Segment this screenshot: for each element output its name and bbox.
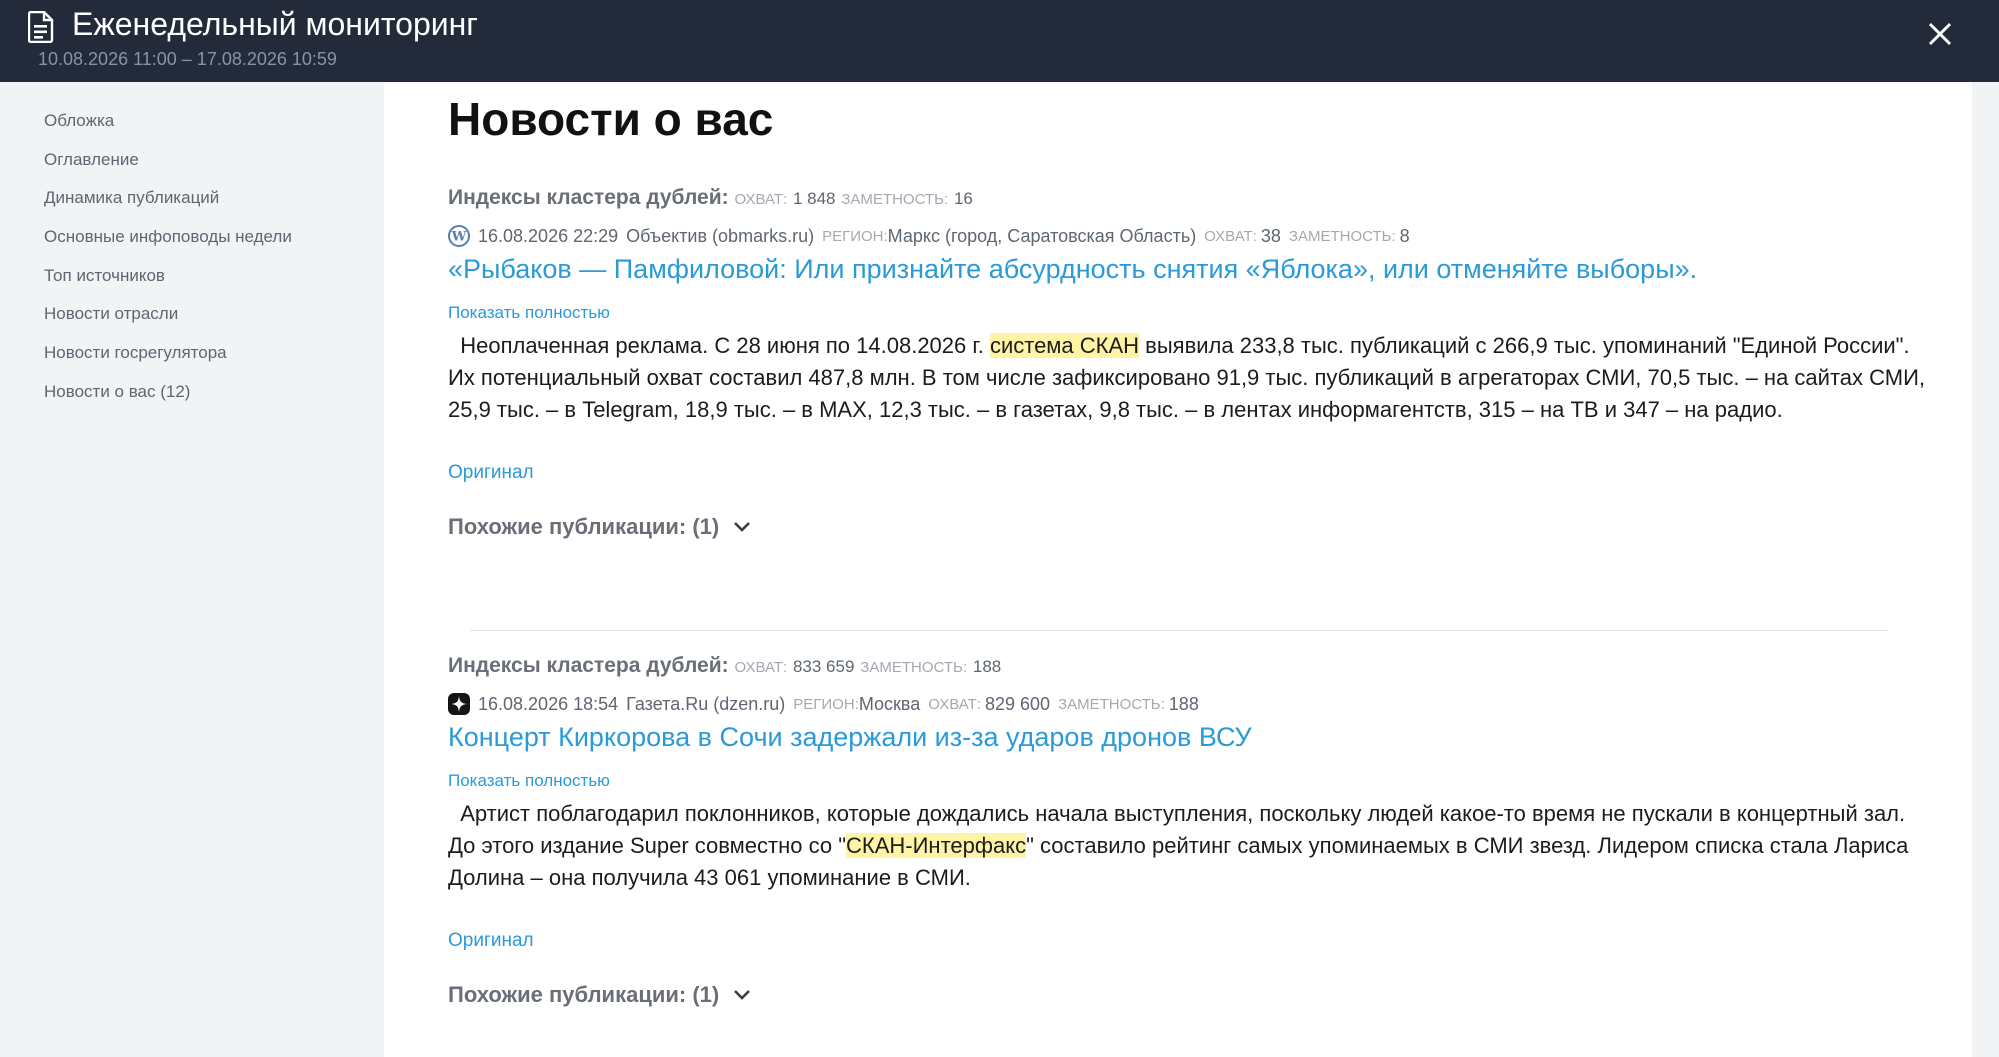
sidebar-item-cover[interactable]: Обложка — [44, 110, 292, 149]
sidebar-item-contents[interactable]: Оглавление — [44, 149, 292, 188]
cluster-reach-value: 833 659 — [792, 657, 855, 676]
original-link[interactable]: Оригинал — [448, 928, 1948, 954]
news-item: Индексы кластера дублей: ОХВАТ: 833 659 … — [448, 654, 1948, 1008]
page-title: Новости о вас — [448, 93, 774, 145]
publication-meta: W 16.08.2026 22:29 Объектив (obmarks.ru)… — [448, 220, 1948, 252]
publication-datetime: 16.08.2026 22:29 — [478, 225, 619, 246]
sidebar-item-industry-news[interactable]: Новости отрасли — [44, 303, 292, 342]
similar-publications-label: Похожие публикации: (1) — [448, 514, 720, 539]
publication-source: Объектив (obmarks.ru) — [626, 225, 815, 246]
close-icon[interactable] — [1922, 16, 1958, 52]
document-icon — [28, 11, 54, 43]
sidebar-item-news-about-you[interactable]: Новости о вас (12) — [44, 381, 292, 420]
item-divider — [470, 630, 1888, 631]
top-bar: Еженедельный мониторинг 10.08.2026 11:00… — [0, 0, 1999, 82]
sidebar-item-main-topics[interactable]: Основные инфоповоды недели — [44, 226, 292, 265]
dzen-icon — [448, 693, 470, 715]
publication-datetime: 16.08.2026 18:54 — [478, 693, 619, 714]
cluster-indices: Индексы кластера дублей: ОХВАТ: 1 848 ЗА… — [448, 186, 1948, 216]
cluster-indices: Индексы кластера дублей: ОХВАТ: 833 659 … — [448, 654, 1948, 684]
sidebar-nav: Обложка Оглавление Динамика публикаций О… — [0, 82, 384, 1057]
reach-key: ОХВАТ: — [1204, 227, 1257, 245]
snippet-text: Неоплаченная реклама. С 28 июня по 14.08… — [448, 330, 1938, 426]
region-value: Маркс (город, Саратовская Область) — [887, 225, 1197, 246]
reach-value: 38 — [1260, 225, 1281, 246]
sidebar-item-top-sources[interactable]: Топ источников — [44, 265, 292, 304]
visibility-value: 8 — [1399, 225, 1410, 246]
region-key: РЕГИОН: — [822, 227, 888, 245]
visibility-key: ЗАМЕТНОСТЬ: — [1288, 227, 1396, 245]
cluster-visibility-key: ЗАМЕТНОСТЬ: — [841, 191, 949, 208]
headline-link[interactable]: «Рыбаков — Памфиловой: Или признайте абс… — [448, 252, 1948, 286]
reach-value: 829 600 — [984, 693, 1051, 714]
similar-publications-label: Похожие публикации: (1) — [448, 982, 720, 1007]
wordpress-icon: W — [448, 225, 470, 247]
keyword-highlight: СКАН-Интерфакс — [846, 833, 1027, 858]
news-item: Индексы кластера дублей: ОХВАТ: 1 848 ЗА… — [448, 186, 1948, 540]
region-key: РЕГИОН: — [793, 695, 859, 713]
cluster-visibility-key: ЗАМЕТНОСТЬ: — [860, 659, 968, 676]
visibility-value: 188 — [1168, 693, 1199, 714]
similar-publications-toggle[interactable]: Похожие публикации: (1) — [448, 982, 1948, 1008]
chevron-down-icon — [734, 522, 751, 532]
cluster-reach-key: ОХВАТ: — [734, 659, 788, 676]
svg-text:W: W — [451, 230, 467, 245]
cluster-label: Индексы кластера дублей: — [448, 186, 729, 209]
show-full-link[interactable]: Показать полностью — [448, 302, 1948, 324]
publication-source: Газета.Ru (dzen.ru) — [626, 693, 786, 714]
chevron-down-icon — [734, 990, 751, 1000]
cluster-visibility-value: 188 — [972, 657, 1002, 676]
report-title: Еженедельный мониторинг — [72, 6, 478, 42]
cluster-reach-value: 1 848 — [792, 189, 836, 208]
sidebar-item-publication-dynamics[interactable]: Динамика публикаций — [44, 187, 292, 226]
sidebar-list: Обложка Оглавление Динамика публикаций О… — [44, 110, 292, 420]
report-period: 10.08.2026 11:00 – 17.08.2026 10:59 — [38, 49, 337, 69]
cluster-reach-key: ОХВАТ: — [734, 191, 788, 208]
region-value: Москва — [858, 693, 921, 714]
keyword-highlight: система СКАН — [989, 333, 1140, 358]
show-full-link[interactable]: Показать полностью — [448, 770, 1948, 792]
visibility-key: ЗАМЕТНОСТЬ: — [1058, 695, 1165, 713]
cluster-visibility-value: 16 — [953, 189, 973, 208]
publication-meta: 16.08.2026 18:54 Газета.Ru (dzen.ru) РЕГ… — [448, 688, 1948, 720]
headline-link[interactable]: Концерт Киркорова в Сочи задержали из-за… — [448, 720, 1948, 754]
original-link[interactable]: Оригинал — [448, 460, 1948, 486]
similar-publications-toggle[interactable]: Похожие публикации: (1) — [448, 514, 1948, 540]
reach-key: ОХВАТ: — [928, 695, 981, 713]
snippet-before: Неоплаченная реклама. С 28 июня по 14.08… — [460, 333, 990, 358]
main-content[interactable]: Новости о вас Индексы кластера дублей: О… — [384, 82, 1972, 1057]
sidebar-item-regulator-news[interactable]: Новости госрегулятора — [44, 342, 292, 381]
scrollbar-track[interactable] — [1972, 82, 1999, 1057]
snippet-text: Артист поблагодарил поклонников, которые… — [448, 798, 1938, 894]
cluster-label: Индексы кластера дублей: — [448, 654, 729, 677]
